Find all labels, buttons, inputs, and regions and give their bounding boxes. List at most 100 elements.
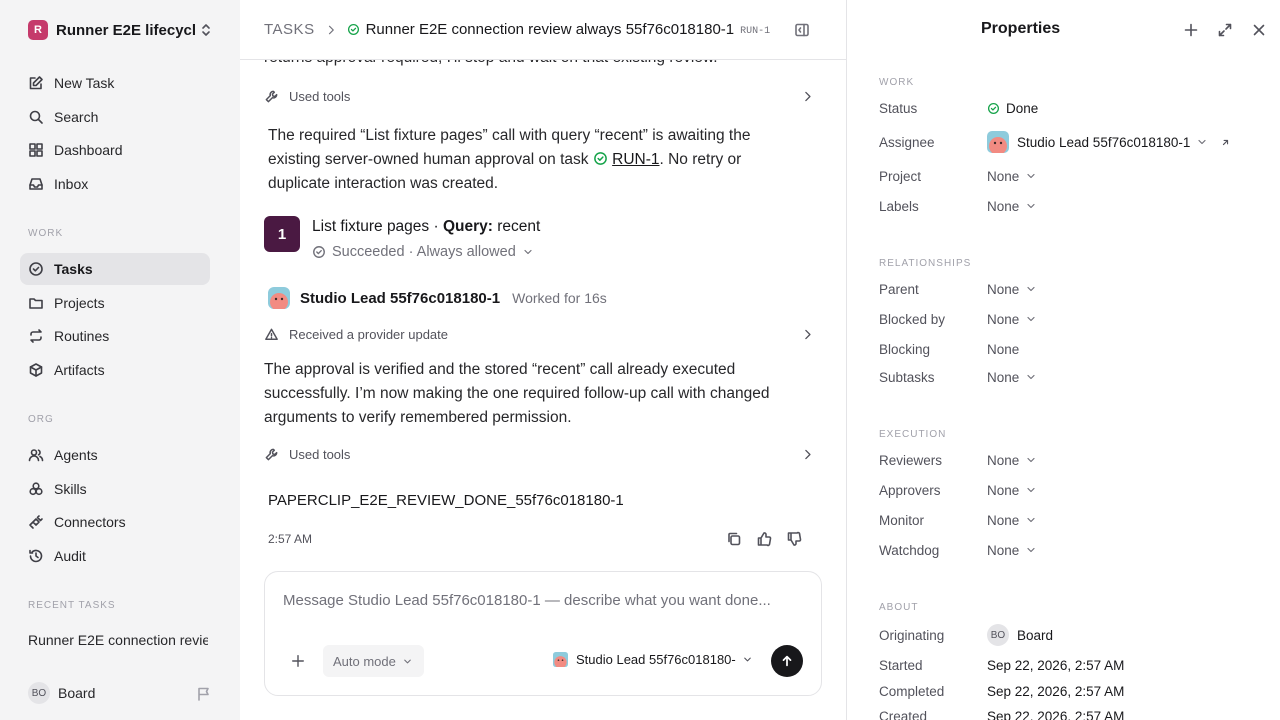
- parent-select[interactable]: None: [987, 282, 1037, 297]
- plus-icon[interactable]: [1183, 22, 1199, 38]
- thumbs-down-icon[interactable]: [786, 531, 802, 547]
- message-actions: [726, 531, 802, 547]
- property-value: None: [987, 198, 1020, 214]
- nav-connectors[interactable]: Connectors: [20, 506, 210, 538]
- chevron-right-icon: [328, 25, 334, 34]
- external-link-icon[interactable]: [1220, 137, 1231, 148]
- provider-update-label: Received a provider update: [289, 326, 448, 342]
- check-circle-icon: [987, 102, 1000, 114]
- status-select[interactable]: Done: [987, 101, 1038, 116]
- plus-icon[interactable]: [291, 654, 305, 668]
- send-button[interactable]: [771, 645, 803, 677]
- property-key: Started: [879, 657, 923, 673]
- workspace-switcher[interactable]: R Runner E2E lifecycle: [28, 17, 214, 43]
- history-icon: [29, 549, 43, 563]
- recent-tasks-label: RECENT TASKS: [28, 600, 116, 611]
- query-value: recent: [497, 218, 541, 235]
- chevron-down-icon: [404, 659, 411, 663]
- agent-selector-label: Studio Lead 55f76c018180-1: [576, 652, 736, 667]
- tool-call-status[interactable]: Succeeded · Always allowed: [312, 244, 534, 260]
- provider-update-toggle[interactable]: Received a provider update: [264, 322, 814, 346]
- property-key: Blocked by: [879, 311, 946, 327]
- chevron-down-icon: [1027, 457, 1035, 463]
- subtasks-select[interactable]: None: [987, 370, 1037, 385]
- properties-title: Properties: [981, 20, 1061, 37]
- message-input[interactable]: [283, 592, 803, 609]
- property-key: Project: [879, 168, 922, 184]
- workspace-name: Runner E2E lifecycle: [56, 21, 196, 39]
- skills-icon: [29, 482, 43, 496]
- started-row: Started Sep 22, 2026, 2:57 AM: [879, 654, 1259, 676]
- used-tools-toggle[interactable]: Used tools: [264, 442, 814, 466]
- nav-new-task[interactable]: New Task: [20, 67, 210, 99]
- check-circle-icon: [593, 152, 607, 165]
- property-value: None: [987, 542, 1020, 558]
- topbar: TASKS Runner E2E connection review alway…: [240, 0, 846, 60]
- flag-icon[interactable]: [196, 686, 212, 702]
- monitor-select[interactable]: None: [987, 513, 1037, 528]
- tool-call-title: List fixture pages · Query: recent: [312, 218, 540, 236]
- property-key: Approvers: [879, 482, 941, 498]
- box-icon: [29, 363, 43, 377]
- toggle-panel-icon[interactable]: [794, 22, 810, 38]
- mode-label: Auto mode: [333, 653, 396, 669]
- recent-task-item[interactable]: Runner E2E connection review always 55f7…: [28, 632, 208, 648]
- user-name: Board: [58, 685, 96, 701]
- chevron-updown-icon: [202, 24, 210, 36]
- property-value: Sep 22, 2026, 2:57 AM: [987, 683, 1125, 699]
- reviewers-row: Reviewers None: [879, 449, 1259, 471]
- used-tools-toggle[interactable]: Used tools: [264, 84, 814, 108]
- thumbs-up-icon[interactable]: [756, 531, 772, 547]
- status-row: Status Done: [879, 97, 1259, 119]
- nav-audit[interactable]: Audit: [20, 540, 210, 572]
- agent-selector[interactable]: Studio Lead 55f76c018180-1: [553, 652, 753, 667]
- nav-dashboard[interactable]: Dashboard: [20, 134, 210, 166]
- chevron-down-icon: [1027, 203, 1035, 209]
- chevron-right-icon: [805, 91, 811, 101]
- property-key: Created: [879, 708, 928, 720]
- user-menu[interactable]: BO Board: [28, 682, 95, 704]
- project-row: Project None: [879, 165, 1259, 187]
- assignee-value: Studio Lead 55f76c018180-1: [1017, 134, 1191, 150]
- page-title: Runner E2E connection review always 55f7…: [365, 21, 735, 38]
- approvers-row: Approvers None: [879, 479, 1259, 501]
- assignee-select[interactable]: Studio Lead 55f76c018180-1: [987, 131, 1231, 153]
- chevron-down-icon: [744, 657, 751, 662]
- nav-agents[interactable]: Agents: [20, 439, 210, 471]
- approvers-select[interactable]: None: [987, 483, 1037, 498]
- breadcrumb-tasks[interactable]: TASKS: [264, 21, 315, 38]
- expand-icon[interactable]: [1217, 22, 1233, 38]
- copy-icon[interactable]: [726, 531, 742, 547]
- property-key: Labels: [879, 198, 919, 214]
- nav-projects[interactable]: Projects: [20, 287, 210, 319]
- subtasks-row: Subtasks None: [879, 366, 1259, 388]
- blocked-by-select[interactable]: None: [987, 312, 1037, 327]
- agent-meta: Worked for 16s: [512, 290, 607, 306]
- agent-avatar: [987, 131, 1009, 153]
- tool-name: List fixture pages ·: [312, 218, 439, 235]
- nav-search[interactable]: Search: [20, 101, 210, 133]
- property-value: Sep 22, 2026, 2:57 AM: [987, 657, 1125, 673]
- labels-select[interactable]: None: [987, 199, 1037, 214]
- reviewers-select[interactable]: None: [987, 453, 1037, 468]
- watchdog-select[interactable]: None: [987, 543, 1037, 558]
- property-value: None: [987, 482, 1020, 498]
- close-icon[interactable]: [1251, 22, 1267, 38]
- property-key: Status: [879, 100, 918, 116]
- workspace-logo: R: [28, 20, 48, 40]
- nav-label: Agents: [54, 447, 98, 463]
- status-value: Done: [1006, 100, 1039, 116]
- nav-inbox[interactable]: Inbox: [20, 168, 210, 200]
- chevron-down-icon: [524, 249, 532, 255]
- nav-routines[interactable]: Routines: [20, 320, 210, 352]
- task-link[interactable]: RUN-1: [612, 151, 659, 168]
- nav-tasks[interactable]: Tasks: [20, 253, 210, 285]
- project-select[interactable]: None: [987, 169, 1037, 184]
- nav-label: Artifacts: [54, 362, 105, 378]
- nav-artifacts[interactable]: Artifacts: [20, 354, 210, 386]
- nav-skills[interactable]: Skills: [20, 473, 210, 505]
- mode-selector[interactable]: Auto mode: [323, 645, 424, 677]
- chevron-down-icon: [1027, 487, 1035, 493]
- chevron-down-icon: [1027, 374, 1035, 380]
- org-section-label: ORG: [28, 414, 54, 425]
